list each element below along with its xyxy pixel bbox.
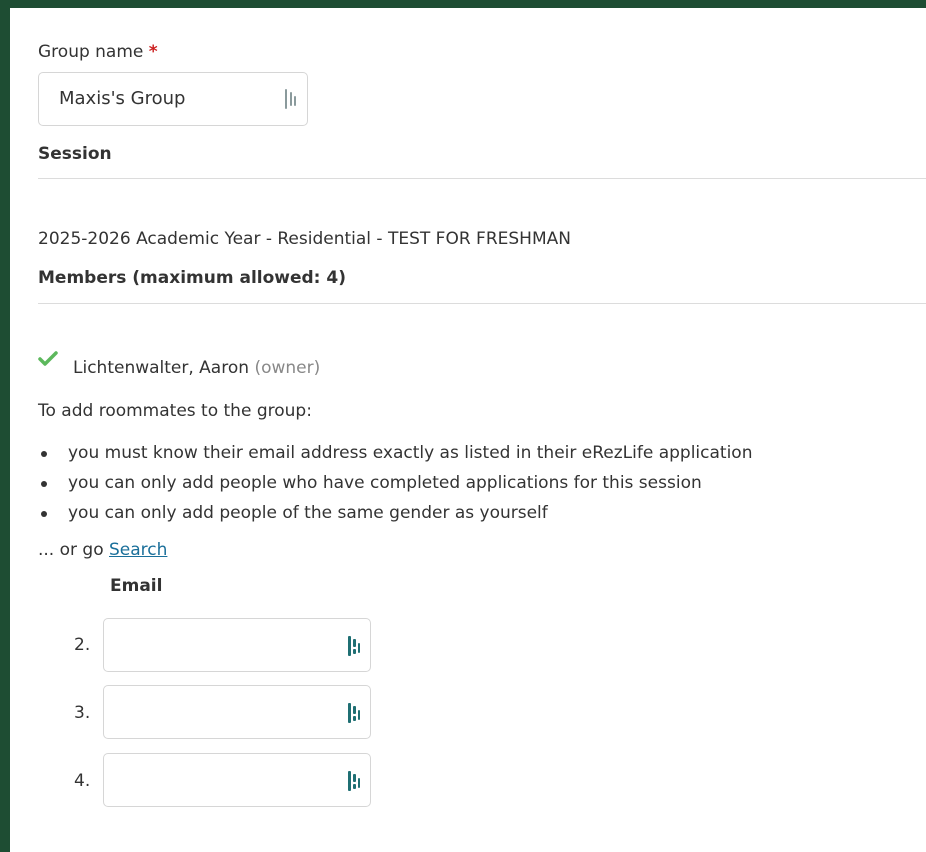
member-number: 3.	[74, 703, 91, 723]
check-icon	[38, 351, 58, 367]
group-name-input[interactable]: Maxis's Group	[38, 72, 308, 126]
member-number: 4.	[74, 771, 91, 791]
password-manager-icon[interactable]	[348, 635, 364, 657]
or-go-prefix: ... or go	[38, 540, 104, 560]
list-item: you can only add people of the same gend…	[38, 498, 752, 528]
group-name-input-value: Maxis's Group	[59, 88, 186, 109]
email-input-4[interactable]	[103, 753, 371, 807]
owner-row: Lichtenwalter, Aaron (owner)	[73, 358, 320, 378]
search-link[interactable]: Search	[109, 540, 167, 560]
email-input-2[interactable]	[103, 618, 371, 672]
email-header: Email	[110, 576, 163, 596]
list-item: you must know their email address exactl…	[38, 438, 752, 468]
owner-name: Lichtenwalter, Aaron	[73, 358, 250, 378]
member-number: 2.	[74, 635, 91, 655]
password-manager-icon[interactable]	[348, 702, 364, 724]
list-item: you can only add people who have complet…	[38, 468, 752, 498]
session-label: Session	[38, 144, 112, 164]
group-name-label: Group name *	[38, 42, 158, 62]
password-manager-icon[interactable]	[285, 88, 301, 110]
group-name-label-text: Group name	[38, 42, 144, 62]
instructions-list: you must know their email address exactl…	[38, 438, 752, 528]
password-manager-icon[interactable]	[348, 770, 364, 792]
or-go-search-line: ... or go Search	[38, 540, 167, 560]
email-input-3[interactable]	[103, 685, 371, 739]
members-label: Members (maximum allowed: 4)	[38, 268, 347, 288]
instructions-intro: To add roommates to the group:	[38, 401, 312, 421]
owner-role: (owner)	[254, 358, 321, 378]
required-marker: *	[148, 42, 158, 62]
session-divider	[38, 178, 926, 179]
form-panel: Group name * Maxis's Group Session 2025-…	[10, 8, 926, 852]
session-value: 2025-2026 Academic Year - Residential - …	[38, 229, 571, 249]
members-divider	[38, 303, 926, 304]
